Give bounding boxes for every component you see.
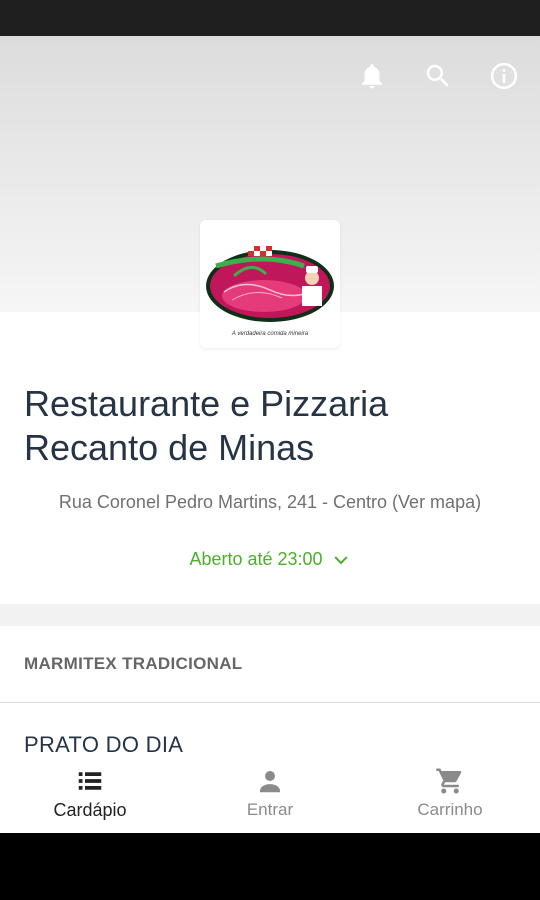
restaurant-name-line1: Restaurante e Pizzaria <box>24 383 389 424</box>
restaurant-name: Restaurante e Pizzaria Recanto de Minas <box>24 382 514 470</box>
search-icon <box>426 64 449 87</box>
restaurant-logo: A verdadeira comida mineira <box>200 220 340 348</box>
restaurant-info: Restaurante e Pizzaria Recanto de Minas … <box>0 312 540 604</box>
notifications-button[interactable] <box>354 58 390 94</box>
chevron-down-icon <box>334 555 348 564</box>
logo-tagline: A verdadeira comida mineira <box>231 331 309 337</box>
bell-icon <box>362 64 382 89</box>
opening-hours-text: Aberto até 23:00 <box>189 549 323 569</box>
nav-label-cardapio: Cardápio <box>53 800 127 820</box>
info-icon <box>490 62 518 90</box>
system-navigation-bar <box>0 833 540 900</box>
opening-hours-toggle[interactable]: Aberto até 23:00 <box>0 549 540 570</box>
menu-category-marmitex[interactable]: MARMITEX TRADICIONAL <box>0 626 540 703</box>
cart-icon <box>436 768 462 794</box>
menu-section-prato-do-dia: PRATO DO DIA <box>0 704 540 764</box>
bottom-navigation: Cardápio Entrar Carrinho <box>0 760 540 833</box>
restaurant-address[interactable]: Rua Coronel Pedro Martins, 241 - Centro … <box>0 492 540 513</box>
nav-label-entrar: Entrar <box>246 800 294 819</box>
status-bar <box>0 0 540 36</box>
logo-image <box>206 246 334 322</box>
nav-item-cardapio[interactable]: Cardápio <box>0 760 180 833</box>
menu-category-label: MARMITEX TRADICIONAL <box>24 654 243 673</box>
divider-band <box>0 604 540 626</box>
person-icon <box>260 771 280 793</box>
restaurant-name-line2: Recanto de Minas <box>24 427 315 468</box>
info-button[interactable] <box>486 58 522 94</box>
menu-section-label: PRATO DO DIA <box>24 732 184 757</box>
menu-list-icon <box>78 772 102 790</box>
nav-item-entrar[interactable]: Entrar <box>180 760 360 833</box>
app-screen: Restaurante e Pizzaria Recanto de Minas … <box>0 36 540 833</box>
header-actions <box>354 58 522 94</box>
search-button[interactable] <box>420 58 456 94</box>
nav-item-carrinho[interactable]: Carrinho <box>360 760 540 833</box>
nav-label-carrinho: Carrinho <box>417 800 483 819</box>
